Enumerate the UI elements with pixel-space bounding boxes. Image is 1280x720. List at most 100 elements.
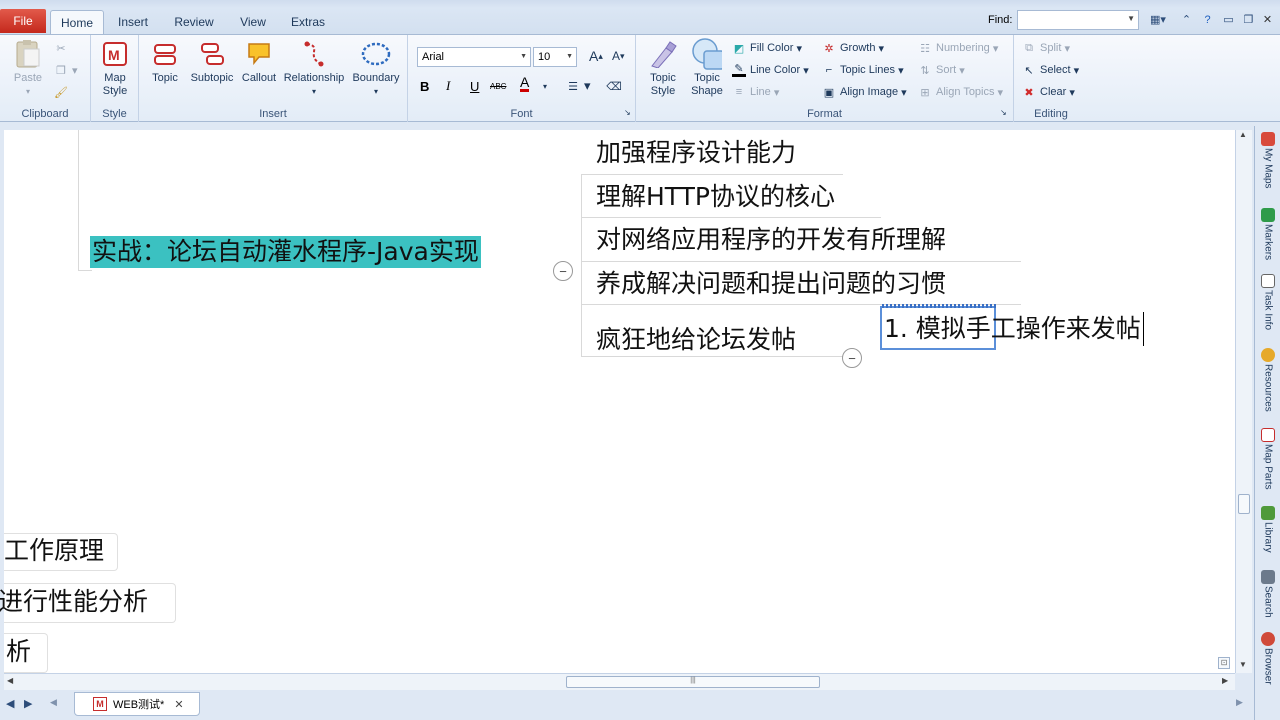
- horizontal-scroll-thumb[interactable]: |||: [566, 676, 820, 688]
- resize-handle[interactable]: [882, 304, 996, 308]
- vertical-scroll-thumb[interactable]: [1238, 494, 1250, 514]
- split-button[interactable]: ⧉ Split ▾: [1022, 39, 1070, 57]
- topic-style-label: Topic Style: [650, 72, 676, 97]
- strikethrough-button[interactable]: ABC: [490, 77, 506, 95]
- fit-map-icon[interactable]: ⊡: [1218, 657, 1230, 669]
- task-pane-tabs: My Maps Markers Task Info Resources Map …: [1254, 126, 1280, 720]
- scroll-right-arrow[interactable]: ▶: [1222, 676, 1228, 685]
- scroll-up-arrow[interactable]: ▲: [1239, 130, 1247, 139]
- bold-button[interactable]: B: [420, 77, 429, 95]
- topic-style-button[interactable]: Topic Style: [642, 39, 684, 98]
- minimize-icon[interactable]: ▭: [1220, 11, 1237, 28]
- horizontal-scrollbar[interactable]: ◀ ||| ▶: [4, 673, 1235, 690]
- scroll-down-arrow[interactable]: ▼: [1239, 660, 1247, 669]
- copy-button[interactable]: ❐ ▾: [54, 61, 77, 79]
- clear-format-button[interactable]: ⌫: [606, 77, 625, 95]
- chevron-up-icon[interactable]: ⌃: [1178, 11, 1195, 28]
- subtopic-underline: [581, 261, 1021, 262]
- side-tab-task-info[interactable]: Task Info: [1257, 274, 1279, 330]
- align-image-button[interactable]: ▣ Align Image ▾: [822, 83, 907, 101]
- document-tab[interactable]: M WEB测试* ✕: [74, 692, 200, 716]
- help-icon[interactable]: ?: [1199, 11, 1216, 28]
- numbering-button[interactable]: ☷ Numbering ▾: [918, 39, 998, 57]
- editing-topic-input[interactable]: 1. 模拟手工操作来发帖: [884, 312, 1144, 346]
- tab-home[interactable]: Home: [50, 10, 104, 34]
- svg-text:M: M: [108, 47, 120, 63]
- format-painter-button[interactable]: 🖌: [54, 83, 72, 101]
- font-color-button[interactable]: A: [520, 74, 530, 92]
- select-button[interactable]: ↖ Select ▾: [1022, 61, 1079, 79]
- tab-insert[interactable]: Insert: [110, 10, 156, 34]
- font-family-select[interactable]: Arial ▼: [417, 47, 531, 67]
- italic-button[interactable]: I: [446, 77, 450, 95]
- subtopic-5[interactable]: 疯狂地给论坛发帖: [596, 323, 796, 357]
- font-size-select[interactable]: 10 ▼: [533, 47, 577, 67]
- growth-button[interactable]: ✲ Growth ▾: [822, 39, 884, 57]
- browser-icon: [1261, 632, 1275, 646]
- side-tab-search[interactable]: Search: [1257, 570, 1279, 618]
- line-color-button[interactable]: ✎ Line Color ▾: [732, 61, 809, 79]
- side-tab-browser[interactable]: Browser: [1257, 632, 1279, 685]
- align-button[interactable]: ☰ ▾: [566, 77, 590, 95]
- side-tab-markers[interactable]: Markers: [1257, 208, 1279, 260]
- tab-view[interactable]: View: [234, 10, 272, 34]
- vertical-scrollbar[interactable]: ▲ ▼: [1235, 130, 1252, 673]
- collapse-button[interactable]: −: [842, 348, 862, 368]
- left-topic-3[interactable]: 析: [6, 634, 31, 670]
- side-tab-library[interactable]: Library: [1257, 506, 1279, 553]
- tab-scroll-right-icon[interactable]: ▶: [1236, 697, 1243, 708]
- subtopic-2[interactable]: 理解HTTP协议的核心: [596, 180, 835, 214]
- tab-scroll-left-icon[interactable]: ◀: [50, 697, 57, 708]
- font-color-dropdown[interactable]: ▾: [543, 77, 547, 95]
- relationship-button[interactable]: Relationship ▾: [281, 39, 347, 98]
- close-tab-icon[interactable]: ✕: [174, 698, 183, 711]
- tab-file[interactable]: File: [0, 9, 46, 33]
- align-topics-label: Align Topics: [936, 86, 995, 98]
- side-tab-resources[interactable]: Resources: [1257, 348, 1279, 412]
- subtopic-1[interactable]: 加强程序设计能力: [596, 136, 796, 170]
- paste-button[interactable]: Paste ▾: [10, 39, 46, 98]
- side-tab-map-parts[interactable]: Map Parts: [1257, 428, 1279, 490]
- grow-font-button[interactable]: A ▴: [589, 47, 603, 65]
- subtopic-button[interactable]: Subtopic: [187, 39, 237, 85]
- tab-review[interactable]: Review: [170, 10, 218, 34]
- clock-icon: [1261, 274, 1275, 288]
- clear-button[interactable]: ✖ Clear ▾: [1022, 83, 1074, 101]
- resources-icon: [1261, 348, 1275, 362]
- binoculars-icon[interactable]: ▦▾: [1145, 11, 1171, 28]
- collapse-button[interactable]: −: [553, 261, 573, 281]
- close-icon[interactable]: ✕: [1259, 11, 1276, 28]
- group-font: Arial ▼ 10 ▼ A ▴ A ▾ B I U ABC A ▾ ☰ ▾ ⌫ ↘ Fo…: [408, 35, 636, 122]
- boundary-button[interactable]: Boundary ▾: [349, 39, 403, 98]
- callout-label: Callout: [241, 72, 277, 84]
- left-topic-1[interactable]: 工作原理: [4, 533, 104, 569]
- shrink-font-button[interactable]: A ▾: [612, 47, 625, 65]
- subtopic-3[interactable]: 对网络应用程序的开发有所理解: [596, 223, 946, 257]
- arrow-left-icon[interactable]: ◀: [6, 697, 14, 710]
- topic-button[interactable]: Topic: [147, 39, 183, 85]
- chevron-down-icon[interactable]: ▼: [1127, 14, 1135, 23]
- tab-extras[interactable]: Extras: [288, 10, 328, 34]
- restore-icon[interactable]: ❐: [1240, 11, 1257, 28]
- central-topic[interactable]: 实战：论坛自动灌水程序-Java实现: [90, 236, 481, 268]
- align-topics-button[interactable]: ⊞ Align Topics ▾: [918, 83, 1003, 101]
- arrow-right-icon[interactable]: ▶: [24, 697, 32, 710]
- fill-color-button[interactable]: ◩ Fill Color ▾: [732, 39, 802, 57]
- map-style-button[interactable]: M Map Style: [96, 39, 134, 98]
- side-tab-my-maps[interactable]: My Maps: [1257, 132, 1279, 189]
- map-canvas[interactable]: 实战：论坛自动灌水程序-Java实现 − 加强程序设计能力 理解HTTP协议的核…: [0, 130, 1235, 673]
- topic-lines-button[interactable]: ⌐ Topic Lines ▾: [822, 61, 904, 79]
- find-input[interactable]: ▼: [1017, 10, 1139, 30]
- left-topic-2[interactable]: 进行性能分析: [0, 584, 148, 620]
- subtopic-4[interactable]: 养成解决问题和提出问题的习惯: [596, 267, 946, 301]
- scroll-left-arrow[interactable]: ◀: [7, 676, 13, 685]
- callout-button[interactable]: Callout: [238, 39, 280, 85]
- underline-button[interactable]: U: [470, 77, 479, 95]
- subtopic-connector: [581, 174, 582, 356]
- map-style-icon: M: [100, 39, 130, 69]
- topic-shape-button[interactable]: Topic Shape: [686, 38, 728, 98]
- growth-label: Growth: [840, 42, 876, 54]
- sort-button[interactable]: ⇅ Sort ▾: [918, 61, 964, 79]
- cut-button[interactable]: ✂: [54, 39, 72, 57]
- line-button[interactable]: ≡ Line ▾: [732, 83, 780, 101]
